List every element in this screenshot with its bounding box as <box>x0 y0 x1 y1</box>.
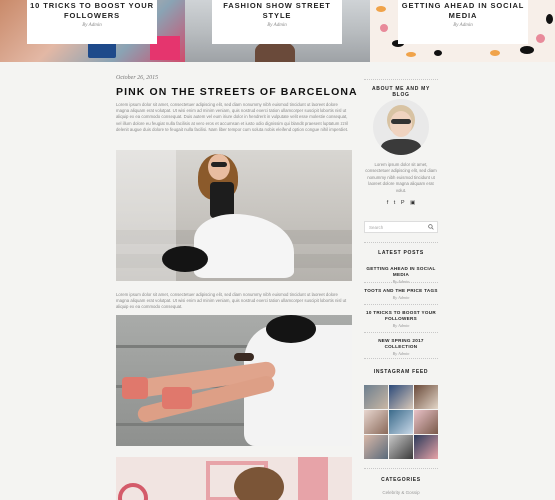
instagram-photo[interactable] <box>389 435 413 459</box>
search-input[interactable]: Search <box>364 221 438 233</box>
featured-card-2[interactable]: Fashion Show Street Style By Admin <box>212 0 342 44</box>
instagram-photo[interactable] <box>364 410 388 434</box>
instagram-grid <box>364 385 438 460</box>
instagram-photo[interactable] <box>414 435 438 459</box>
featured-title-2[interactable]: Fashion Show Street Style <box>212 1 342 21</box>
social-links: f t P ▣ <box>364 200 438 206</box>
latest-post-title[interactable]: Getting Ahead in Social Media <box>364 266 438 278</box>
search-placeholder: Search <box>369 225 384 230</box>
featured-card-3[interactable]: Getting Ahead in Social Media By Admin <box>398 0 528 44</box>
post-paragraph-2: Lorem ipsum dolor sit amet, consectetuer… <box>116 292 347 310</box>
twitter-icon[interactable]: t <box>394 200 396 206</box>
sidebar-divider <box>364 304 438 305</box>
post-paragraph-1: Lorem ipsum dolor sit amet, consectetuer… <box>116 102 349 132</box>
featured-author-1: By Admin <box>82 23 102 28</box>
latest-post-author: By Admin <box>392 323 410 328</box>
featured-author-3: By Admin <box>453 23 473 28</box>
post-photo-1 <box>116 150 352 281</box>
sidebar-divider <box>364 242 438 243</box>
instagram-photo[interactable] <box>389 385 413 409</box>
sidebar-divider <box>364 332 438 333</box>
instagram-photo[interactable] <box>389 410 413 434</box>
sidebar-divider <box>364 79 438 80</box>
post-date: October 26, 2015 <box>116 75 159 81</box>
author-avatar <box>373 99 429 155</box>
latest-post-author: By Admin <box>392 351 410 356</box>
search-icon[interactable] <box>428 224 434 230</box>
latest-post-item[interactable]: New Spring 2017 Collection By Admin <box>364 338 438 356</box>
facebook-icon[interactable]: f <box>387 200 389 206</box>
latest-post-author: By Admin <box>392 295 410 300</box>
pinterest-icon[interactable]: P <box>401 200 405 206</box>
featured-title-1[interactable]: 10 Tricks to Boost Your Followers <box>27 1 157 21</box>
featured-title-3[interactable]: Getting Ahead in Social Media <box>398 1 528 21</box>
latest-post-title[interactable]: 10 Tricks to Boost Your Followers <box>364 310 438 322</box>
about-heading: About Me and My Blog <box>371 86 431 98</box>
post-title[interactable]: Pink on the Streets of Barcelona <box>116 86 358 98</box>
latest-post-item[interactable]: 10 Tricks to Boost Your Followers By Adm… <box>364 310 438 328</box>
instagram-photo[interactable] <box>414 385 438 409</box>
featured-author-2: By Admin <box>267 23 287 28</box>
sidebar-divider <box>364 358 438 359</box>
instagram-photo[interactable] <box>364 435 388 459</box>
category-item[interactable]: Celebrity & Gossip <box>364 490 438 495</box>
featured-posts-strip: 10 Tricks to Boost Your Followers By Adm… <box>0 0 555 62</box>
instagram-photo[interactable] <box>414 410 438 434</box>
latest-post-title[interactable]: New Spring 2017 Collection <box>364 338 438 350</box>
instagram-feed-heading: Instagram Feed <box>373 369 429 375</box>
post-photo-3 <box>116 457 352 500</box>
latest-post-item[interactable]: Toots and the Price Tags By Admin <box>364 288 438 300</box>
instagram-icon[interactable]: ▣ <box>410 200 415 206</box>
instagram-photo[interactable] <box>364 385 388 409</box>
featured-card-1[interactable]: 10 Tricks to Boost Your Followers By Adm… <box>27 0 157 44</box>
categories-heading: Categories <box>381 477 421 483</box>
sidebar-divider <box>364 282 438 283</box>
latest-post-title[interactable]: Toots and the Price Tags <box>364 288 438 294</box>
latest-posts-heading: Latest Posts <box>378 250 424 256</box>
sidebar-divider <box>364 468 438 469</box>
author-bio: Lorem ipsum dolor sit amet, consectetuer… <box>365 162 437 193</box>
post-photo-2 <box>116 315 352 446</box>
